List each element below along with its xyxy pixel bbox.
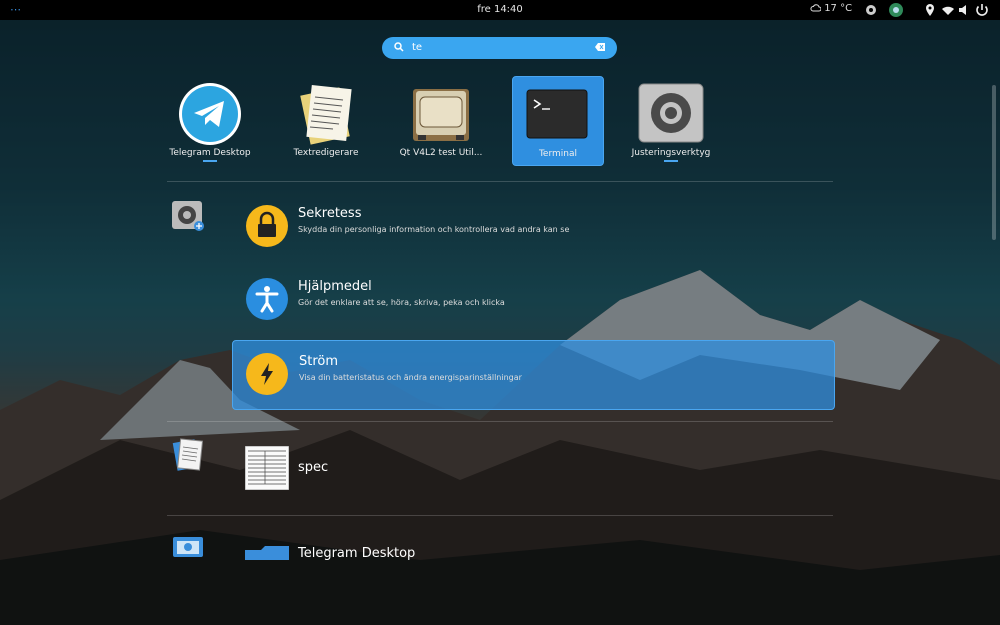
- result-description: Skydda din personliga information och ko…: [298, 225, 570, 234]
- volume-icon[interactable]: [956, 2, 972, 18]
- app-qt-v4l2-test-utility[interactable]: Qt V4L2 test Util...: [396, 76, 486, 164]
- location-icon[interactable]: [922, 2, 938, 18]
- app-label: Telegram Desktop: [169, 148, 251, 158]
- settings-result-hjalpmedel[interactable]: Hjälpmedel Gör det enklare att se, höra,…: [232, 266, 833, 334]
- power-menu-icon[interactable]: [974, 2, 990, 18]
- result-title: Hjälpmedel: [298, 279, 372, 294]
- result-title: Telegram Desktop: [298, 546, 416, 560]
- top-bar: ⋯ fre 14:40 17 °C: [0, 0, 1000, 20]
- result-title: Ström: [299, 354, 339, 369]
- search-value: te: [412, 42, 423, 53]
- separator: [167, 181, 833, 182]
- result-description: Visa din batteristatus och ändra energis…: [299, 373, 522, 382]
- lock-icon: [246, 205, 288, 247]
- app-label: Qt V4L2 test Util...: [399, 148, 483, 158]
- app-label: Justeringsverktyg: [631, 148, 711, 158]
- webcam-icon: [413, 89, 469, 141]
- separator: [167, 515, 833, 516]
- search-input[interactable]: te: [382, 37, 617, 59]
- running-indicator: [203, 160, 217, 162]
- folder-icon: [245, 546, 289, 560]
- document-result-spec[interactable]: spec: [232, 434, 833, 502]
- telegram-icon: [179, 83, 241, 145]
- gear-icon[interactable]: [863, 2, 879, 18]
- documents-provider-icon[interactable]: [172, 437, 206, 473]
- app-terminal[interactable]: Terminal: [512, 76, 604, 166]
- result-title: Sekretess: [298, 206, 362, 221]
- app-justeringsverktyg[interactable]: Justeringsverktyg: [626, 76, 716, 164]
- accessibility-icon: [246, 278, 288, 320]
- terminal-icon: [526, 89, 588, 139]
- cloud-icon: [810, 4, 822, 12]
- scrollbar[interactable]: [992, 85, 996, 240]
- settings-result-strom[interactable]: Ström Visa din batteristatus och ändra e…: [232, 340, 835, 410]
- running-indicator: [664, 160, 678, 162]
- app-textredigerare[interactable]: Textredigerare: [281, 76, 371, 164]
- app-label: Terminal: [538, 149, 578, 159]
- app-telegram-desktop[interactable]: Telegram Desktop: [165, 76, 255, 164]
- search-icon: [394, 42, 404, 52]
- text-editor-icon: [300, 85, 352, 145]
- wifi-icon[interactable]: [940, 2, 956, 18]
- file-result-telegram-desktop[interactable]: Telegram Desktop: [232, 530, 833, 560]
- clear-search-icon[interactable]: [595, 43, 605, 51]
- tweaks-icon: [638, 83, 704, 143]
- settings-provider-icon[interactable]: [171, 200, 205, 232]
- temperature-label: 17 °C: [824, 3, 853, 14]
- result-title: spec: [298, 460, 329, 475]
- settings-result-sekretess[interactable]: Sekretess Skydda din personliga informat…: [232, 193, 833, 261]
- app-indicator-icon[interactable]: [888, 2, 904, 18]
- app-label: Textredigerare: [293, 148, 359, 158]
- files-provider-icon[interactable]: [172, 535, 206, 559]
- weather-indicator[interactable]: 17 °C: [810, 3, 852, 14]
- separator: [167, 421, 833, 422]
- power-icon: [246, 353, 288, 395]
- document-thumbnail-icon: [245, 446, 289, 490]
- result-description: Gör det enklare att se, höra, skriva, pe…: [298, 298, 505, 307]
